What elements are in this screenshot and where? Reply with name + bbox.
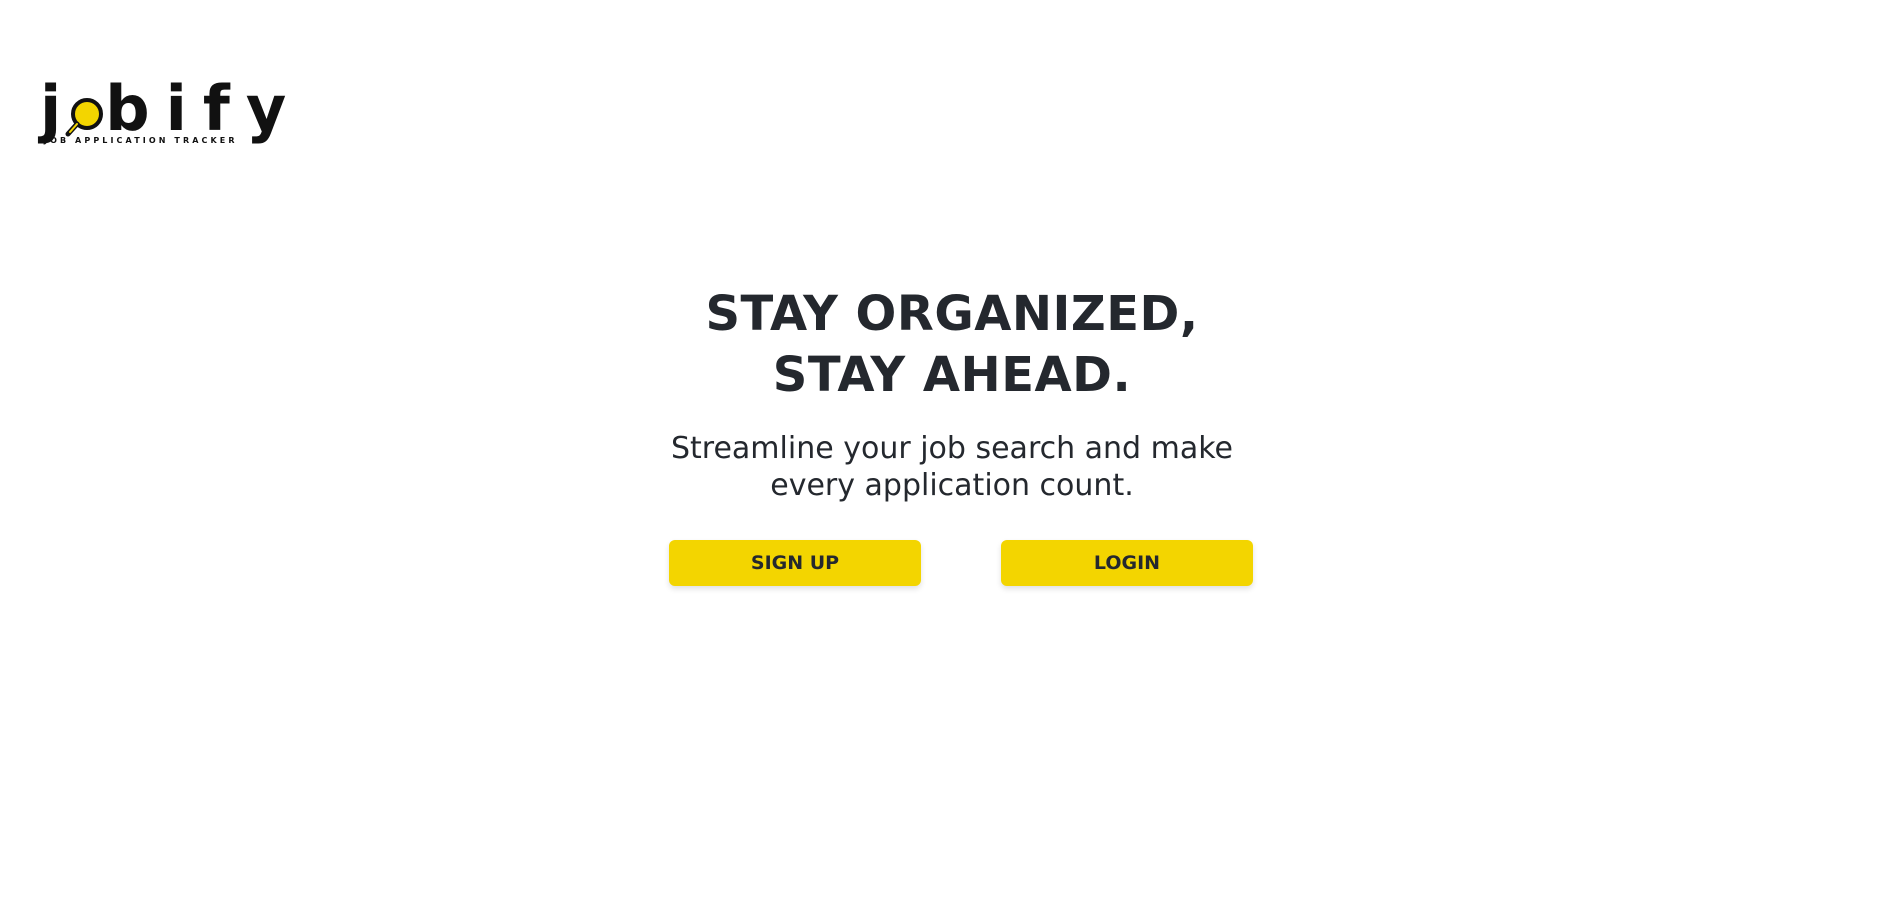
hero-title: STAY ORGANIZED, STAY AHEAD. [0, 284, 1884, 406]
logo-letter-b: b [105, 72, 152, 145]
logo-letter-y: y [245, 72, 289, 145]
hero-title-line-2: STAY AHEAD. [772, 347, 1132, 403]
login-button[interactable]: LOGIN [1001, 540, 1253, 586]
landing-page: j b i f y JOB APPLICATION TRACKER STAY O… [0, 0, 1884, 902]
signup-button[interactable]: SIGN UP [669, 540, 921, 586]
logo-letter-f: f [202, 72, 232, 145]
hero-title-line-1: STAY ORGANIZED, [705, 286, 1199, 342]
hero-subtitle: Streamline your job search and make ever… [0, 430, 1884, 504]
logo-letter-i: i [165, 72, 189, 145]
hero-subtitle-line-1: Streamline your job search and make [670, 431, 1234, 466]
magnifier-icon [65, 78, 105, 140]
hero-section: STAY ORGANIZED, STAY AHEAD. Streamline y… [0, 284, 1884, 504]
logo-wordmark: j b i f y [40, 72, 288, 140]
logo-letter-j: j [40, 72, 64, 145]
jobify-logo[interactable]: j b i f y JOB APPLICATION TRACKER [40, 72, 286, 152]
logo-tagline: JOB APPLICATION TRACKER [44, 136, 238, 145]
hero-subtitle-line-2: every application count. [770, 468, 1134, 503]
